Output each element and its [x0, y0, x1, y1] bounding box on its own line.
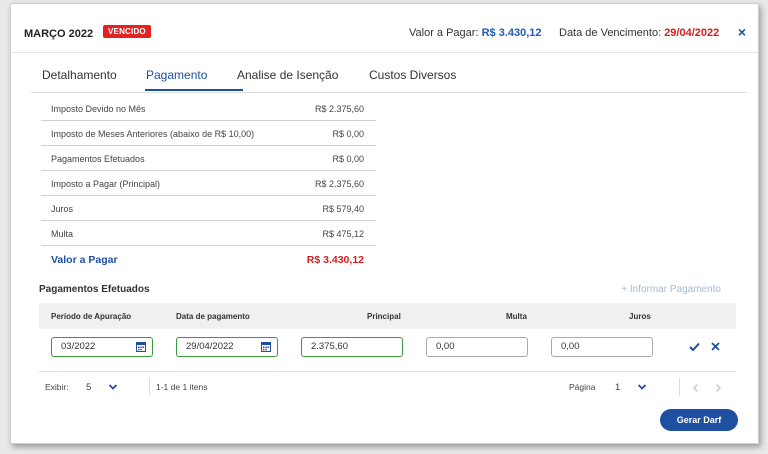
chevron-down-icon	[108, 384, 118, 390]
page-size-value: 5	[86, 382, 92, 393]
col-multa: Multa	[506, 312, 527, 321]
col-principal: Principal	[367, 312, 401, 321]
data-pagamento-value: 29/04/2022	[186, 341, 234, 352]
total-label: Valor a Pagar	[51, 254, 118, 266]
valor-label: Valor a Pagar:	[409, 27, 479, 39]
chevron-down-icon	[637, 384, 647, 390]
table-row: 03/2022 29/04/2022 2.375,60 0,00 0,00	[39, 331, 736, 372]
chevron-right-icon[interactable]	[713, 383, 723, 393]
summary-label: Multa	[51, 229, 74, 239]
principal-value: 2.375,60	[311, 341, 348, 352]
calendar-icon[interactable]	[136, 341, 146, 352]
juros-input[interactable]: 0,00	[551, 337, 653, 357]
range-text: 1-1 de 1 itens	[156, 382, 208, 392]
payments-table-header: Período de Apuração Data de pagamento Pr…	[39, 303, 736, 329]
summary-label: Imposto a Pagar (Principal)	[51, 179, 161, 189]
tab-pagamento[interactable]: Pagamento	[146, 68, 207, 82]
tab-bar: Detalhamento Pagamento Analise de Isençã…	[31, 60, 747, 93]
summary-row: Imposto de Meses Anteriores (abaixo de R…	[41, 121, 376, 146]
modal-header: MARÇO 2022 VENCIDO Valor a Pagar: R$ 3.4…	[11, 4, 758, 53]
divider	[679, 378, 680, 396]
principal-input[interactable]: 2.375,60	[301, 337, 403, 357]
periodo-value: 03/2022	[61, 341, 96, 352]
calendar-icon[interactable]	[261, 341, 271, 352]
payments-section-title: Pagamentos Efetuados	[39, 284, 150, 295]
page-select[interactable]: 1	[607, 379, 649, 395]
col-juros: Juros	[629, 312, 651, 321]
periodo-input[interactable]: 03/2022	[51, 337, 153, 357]
summary-value: R$ 0,00	[332, 129, 364, 139]
status-badge: VENCIDO	[103, 25, 151, 38]
tab-custos-diversos[interactable]: Custos Diversos	[369, 68, 456, 82]
summary-label: Juros	[51, 204, 74, 214]
summary-label: Imposto de Meses Anteriores (abaixo de R…	[51, 129, 255, 139]
summary-row: Pagamentos Efetuados R$ 0,00	[41, 146, 376, 171]
summary-label: Pagamentos Efetuados	[51, 154, 145, 164]
page-value: 1	[615, 382, 621, 393]
valor-a-pagar: Valor a Pagar: R$ 3.430,12	[409, 27, 542, 39]
summary-value: R$ 0,00	[332, 154, 364, 164]
active-tab-indicator	[145, 89, 243, 91]
exibir-label: Exibir:	[45, 382, 69, 392]
summary-value: R$ 2.375,60	[314, 179, 364, 189]
pagina-label: Página	[569, 382, 596, 392]
confirm-check-icon[interactable]	[689, 342, 700, 352]
payment-modal: MARÇO 2022 VENCIDO Valor a Pagar: R$ 3.4…	[10, 3, 759, 444]
data-pagamento-input[interactable]: 29/04/2022	[176, 337, 278, 357]
page-size-select[interactable]: 5	[84, 379, 124, 395]
col-data-pagamento: Data de pagamento	[176, 312, 250, 321]
summary-row: Imposto Devido no Mês R$ 2.375,60	[41, 96, 376, 121]
data-vencimento: Data de Vencimento: 29/04/2022	[559, 27, 719, 39]
summary-table: Imposto Devido no Mês R$ 2.375,60 Impost…	[41, 96, 376, 270]
period-title: MARÇO 2022	[24, 28, 94, 40]
informar-pagamento-link[interactable]: + Informar Pagamento	[621, 284, 721, 295]
vencimento-label: Data de Vencimento:	[559, 27, 662, 39]
multa-input[interactable]: 0,00	[426, 337, 528, 357]
col-periodo: Período de Apuração	[51, 312, 132, 321]
chevron-left-icon[interactable]	[691, 383, 701, 393]
summary-value: R$ 2.375,60	[314, 104, 364, 114]
juros-value: 0,00	[561, 341, 580, 352]
close-icon[interactable]: ×	[738, 24, 746, 40]
summary-value: R$ 579,40	[322, 204, 364, 214]
summary-row: Imposto a Pagar (Principal) R$ 2.375,60	[41, 171, 376, 196]
multa-value: 0,00	[436, 341, 455, 352]
total-value: R$ 3.430,12	[306, 254, 364, 266]
summary-value: R$ 475,12	[322, 229, 364, 239]
valor-value: R$ 3.430,12	[481, 27, 542, 39]
summary-row: Multa R$ 475,12	[41, 221, 376, 246]
cancel-x-icon[interactable]	[711, 342, 720, 351]
pagination-footer: Exibir: 5 1-1 de 1 itens Página 1	[39, 374, 736, 402]
summary-total-row: Valor a Pagar R$ 3.430,12	[41, 246, 376, 270]
summary-label: Imposto Devido no Mês	[51, 104, 146, 114]
tab-analise-isencao[interactable]: Analise de Isenção	[237, 68, 338, 82]
gerar-darf-button[interactable]: Gerar Darf	[660, 409, 738, 431]
summary-row: Juros R$ 579,40	[41, 196, 376, 221]
vencimento-value: 29/04/2022	[664, 27, 720, 39]
tab-detalhamento[interactable]: Detalhamento	[42, 68, 117, 82]
divider	[149, 378, 150, 396]
